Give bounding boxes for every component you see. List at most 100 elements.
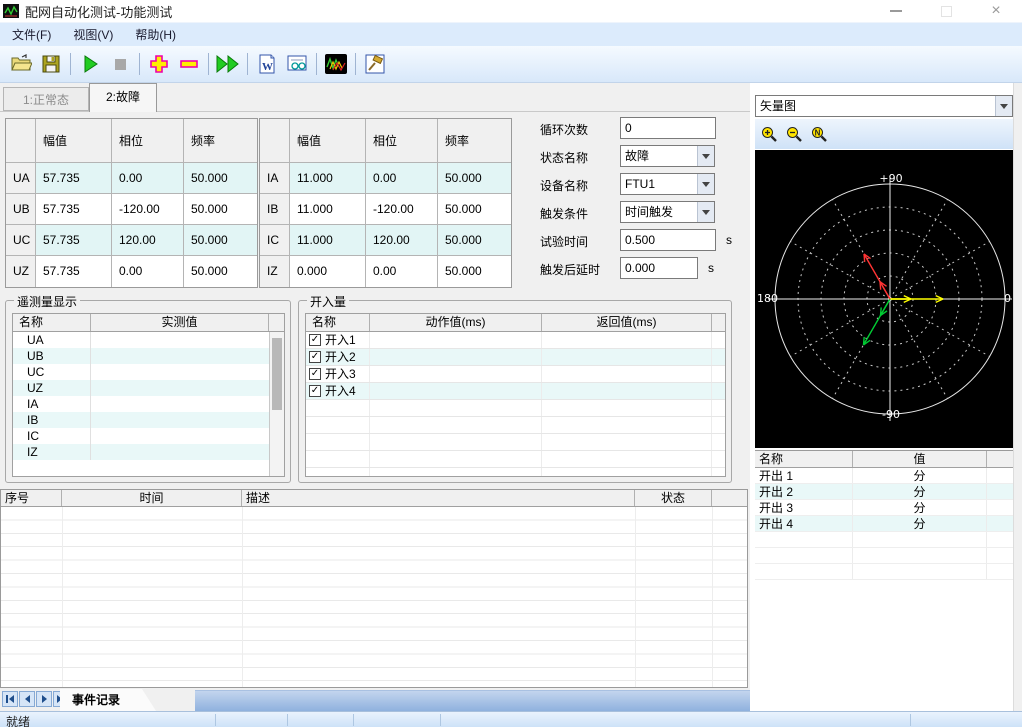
phasor-value-cell[interactable]: 57.735 — [36, 194, 112, 225]
menu-view[interactable]: 视图(V) — [63, 22, 123, 47]
report-preview-button[interactable] — [282, 49, 312, 79]
toolbar-separator — [247, 53, 248, 75]
phasor-value-cell[interactable]: 11.000 — [290, 225, 366, 256]
device-name-select[interactable]: FTU1 — [620, 173, 715, 195]
play-icon — [79, 53, 101, 75]
row-label: UZ — [6, 256, 36, 287]
phasor-value-cell[interactable]: -120.00 — [112, 194, 184, 225]
phasor-value-cell[interactable]: 50.000 — [438, 225, 511, 256]
phasor-value-cell[interactable]: 11.000 — [290, 163, 366, 194]
checkbox-checked[interactable]: ✓ — [309, 385, 321, 397]
column-header: 幅值 — [290, 119, 366, 163]
telemetry-scrollbar[interactable] — [269, 332, 284, 477]
action-value-cell — [370, 366, 542, 382]
remove-state-button[interactable] — [174, 49, 204, 79]
column-header-filler — [269, 314, 284, 331]
phasor-value-cell[interactable]: 0.00 — [366, 256, 438, 287]
nav-first-button[interactable] — [2, 691, 18, 707]
phasor-value-cell[interactable]: 0.00 — [112, 256, 184, 287]
digital-input-row[interactable]: ✓开入3 — [306, 366, 725, 383]
output-table-header: 名称 值 — [755, 451, 1013, 468]
output-row: 开出 4分 — [755, 516, 1013, 532]
phasor-value-cell[interactable]: 50.000 — [438, 256, 511, 287]
post-trigger-delay-input[interactable] — [620, 257, 698, 279]
telemetry-row: IA — [13, 396, 270, 412]
digital-input-row[interactable]: ✓开入2 — [306, 349, 725, 366]
menu-file[interactable]: 文件(F) — [2, 22, 61, 47]
minimize-icon — [890, 10, 902, 12]
nav-next-button[interactable] — [36, 691, 52, 707]
table-row: UB57.735-120.0050.000 — [6, 194, 257, 225]
column-header-filler — [987, 451, 1013, 467]
digital-input-row[interactable]: ✓开入4 — [306, 383, 725, 400]
phasor-value-cell[interactable]: 50.000 — [184, 163, 257, 194]
phasor-value-cell[interactable]: 50.000 — [184, 256, 257, 287]
export-word-button[interactable]: W — [252, 49, 282, 79]
menu-help[interactable]: 帮助(H) — [125, 22, 186, 47]
telemetry-name: UB — [13, 348, 91, 364]
zoom-reset-button[interactable]: N — [809, 124, 830, 145]
state-name-select[interactable]: 故障 — [620, 145, 715, 167]
phasor-value-cell[interactable]: 50.000 — [438, 194, 511, 225]
phasor-value-cell[interactable]: 57.735 — [36, 163, 112, 194]
zoom-out-button[interactable] — [784, 124, 805, 145]
checkbox-checked[interactable]: ✓ — [309, 351, 321, 363]
tools-button[interactable] — [360, 49, 390, 79]
phasor-value-cell[interactable]: 57.735 — [36, 225, 112, 256]
save-button[interactable] — [36, 49, 66, 79]
phasor-value-cell[interactable]: 50.000 — [184, 225, 257, 256]
row-label: IZ — [260, 256, 290, 287]
chevron-down-icon[interactable] — [697, 174, 714, 194]
digital-input-row[interactable]: ✓开入1 — [306, 332, 725, 349]
tab-normal-state[interactable]: 1:正常态 — [3, 87, 89, 111]
run-button[interactable] — [75, 49, 105, 79]
digital-body: ✓开入1✓开入2✓开入3✓开入4 — [306, 332, 725, 477]
loop-count-input[interactable] — [620, 117, 716, 139]
phasor-value-cell[interactable]: 50.000 — [184, 194, 257, 225]
nav-prev-button[interactable] — [19, 691, 35, 707]
phasor-value-cell[interactable]: 50.000 — [438, 163, 511, 194]
phasor-value-cell[interactable]: 0.000 — [290, 256, 366, 287]
view-selector[interactable]: 矢量图 — [755, 95, 1013, 117]
event-table-header: 序号 时间 描述 状态 — [1, 490, 747, 507]
phasor-value-cell[interactable]: 0.00 — [366, 163, 438, 194]
tab-event-record[interactable]: 事件记录 — [60, 689, 156, 711]
row-label: UC — [6, 225, 36, 256]
column-header-time: 时间 — [62, 490, 242, 506]
phasor-value-cell[interactable]: 120.00 — [112, 225, 184, 256]
phasor-value-cell[interactable]: 120.00 — [366, 225, 438, 256]
phasor-value-cell[interactable]: 57.735 — [36, 256, 112, 287]
chevron-down-icon[interactable] — [697, 146, 714, 166]
app-icon — [3, 3, 19, 19]
chevron-down-icon[interactable] — [697, 202, 714, 222]
tab-fault-state[interactable]: 2:故障 — [89, 83, 157, 112]
zoom-in-button[interactable] — [759, 124, 780, 145]
empty-row — [306, 417, 725, 434]
telemetry-row: IZ — [13, 444, 270, 460]
phasor-value-cell[interactable]: -120.00 — [366, 194, 438, 225]
telemetry-name: UA — [13, 332, 91, 348]
maximize-button[interactable] — [933, 2, 959, 20]
close-button[interactable]: × — [983, 2, 1009, 20]
run-sequence-button[interactable] — [213, 49, 243, 79]
open-button[interactable] — [6, 49, 36, 79]
add-state-button[interactable] — [144, 49, 174, 79]
trigger-condition-select[interactable]: 时间触发 — [620, 201, 715, 223]
app-window: 配网自动化测试-功能测试 × 文件(F) 视图(V) 帮助(H) — [0, 0, 1022, 727]
scrollbar-thumb[interactable] — [272, 338, 282, 410]
stop-button[interactable] — [105, 49, 135, 79]
column-header: 相位 — [112, 119, 184, 163]
waveform-view-button[interactable] — [321, 49, 351, 79]
minimize-button[interactable] — [883, 2, 909, 20]
empty-row — [306, 451, 725, 468]
action-value-cell — [370, 349, 542, 365]
vector-panel: 矢量图 — [755, 88, 1013, 711]
checkbox-checked[interactable]: ✓ — [309, 368, 321, 380]
phasor-value-cell[interactable]: 0.00 — [112, 163, 184, 194]
checkbox-checked[interactable]: ✓ — [309, 334, 321, 346]
phasor-value-cell[interactable]: 11.000 — [290, 194, 366, 225]
test-time-input[interactable] — [620, 229, 716, 251]
post-trigger-delay-row: 触发后延时s — [536, 257, 750, 281]
loop-count-label: 循环次数 — [540, 121, 588, 138]
chevron-down-icon[interactable] — [995, 96, 1012, 116]
